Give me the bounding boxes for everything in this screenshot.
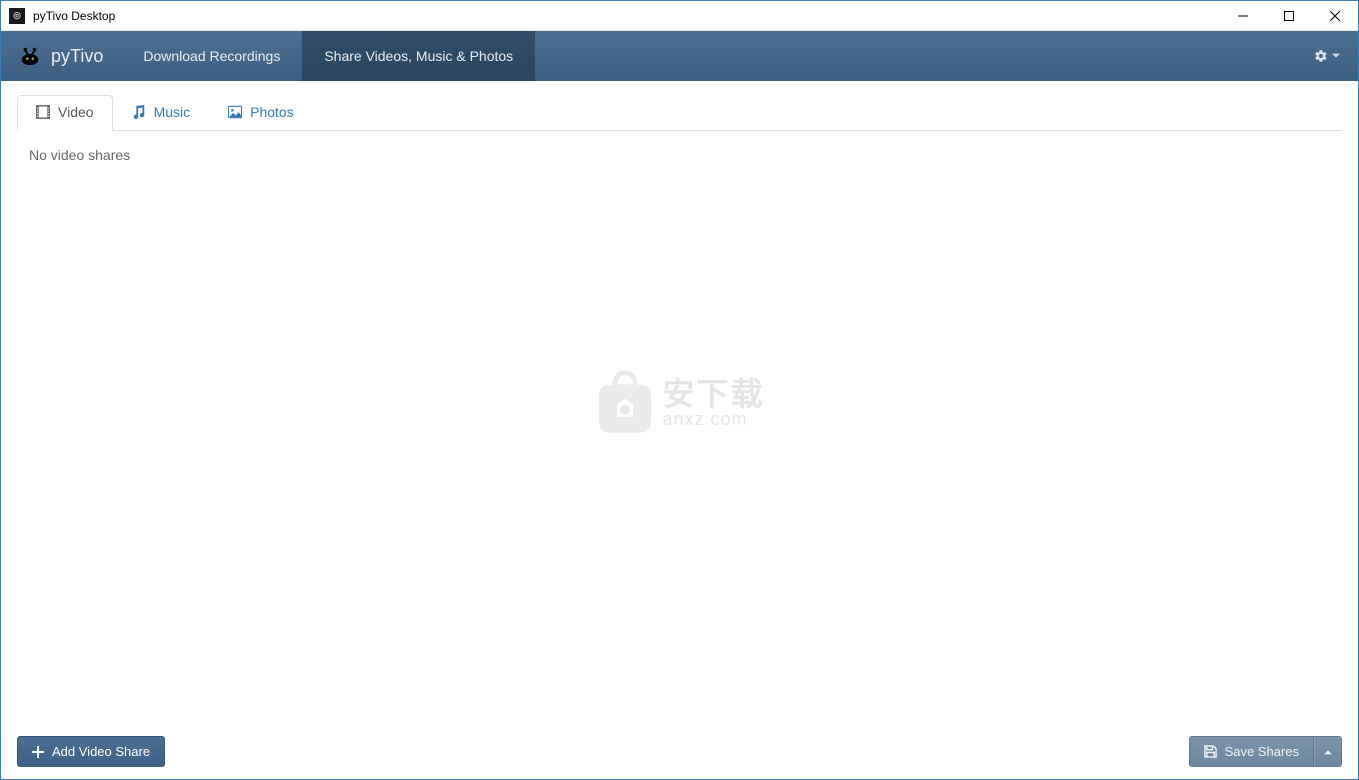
- caret-down-icon: [1332, 52, 1340, 60]
- tab-label: Video: [58, 104, 94, 120]
- brand: pyTivo: [1, 31, 121, 81]
- tab-music[interactable]: Music: [113, 95, 210, 131]
- window-title: pyTivo Desktop: [33, 9, 115, 23]
- nav-download-recordings[interactable]: Download Recordings: [121, 31, 302, 81]
- content-area: Video Music Photos No video shares: [1, 81, 1358, 779]
- watermark-line2: anxz.com: [662, 409, 764, 427]
- tab-photos[interactable]: Photos: [209, 95, 313, 131]
- tab-video[interactable]: Video: [17, 95, 113, 131]
- picture-icon: [228, 105, 242, 119]
- footer-toolbar: Add Video Share Save Shares: [17, 728, 1342, 767]
- save-shares-button[interactable]: Save Shares: [1189, 736, 1314, 767]
- save-shares-dropdown-button[interactable]: [1314, 736, 1342, 767]
- plus-icon: [32, 746, 44, 758]
- caret-up-icon: [1324, 749, 1332, 755]
- window-maximize-button[interactable]: [1266, 1, 1312, 31]
- save-icon: [1204, 745, 1217, 758]
- window-minimize-button[interactable]: [1220, 1, 1266, 31]
- film-icon: [36, 105, 50, 119]
- app-icon: ◎: [9, 8, 25, 24]
- button-label: Save Shares: [1225, 744, 1299, 759]
- tab-content: No video shares 安下载 anxz.com: [17, 131, 1342, 728]
- gear-icon: [1314, 49, 1328, 63]
- empty-state-message: No video shares: [29, 147, 1342, 163]
- tab-label: Music: [154, 104, 191, 120]
- window-close-button[interactable]: [1312, 1, 1358, 31]
- settings-button[interactable]: [1308, 45, 1346, 67]
- tivo-logo-icon: [19, 45, 41, 67]
- bag-icon: [594, 368, 654, 436]
- nav-share-media[interactable]: Share Videos, Music & Photos: [302, 31, 535, 81]
- nav-item-label: Share Videos, Music & Photos: [324, 48, 513, 64]
- nav-item-label: Download Recordings: [143, 48, 280, 64]
- window-title-bar: ◎ pyTivo Desktop: [1, 1, 1358, 31]
- button-label: Add Video Share: [52, 744, 150, 759]
- add-video-share-button[interactable]: Add Video Share: [17, 736, 165, 767]
- brand-text: pyTivo: [51, 46, 103, 67]
- main-navbar: pyTivo Download Recordings Share Videos,…: [1, 31, 1358, 81]
- share-tabs: Video Music Photos: [17, 95, 1342, 131]
- watermark-line1: 安下载: [662, 377, 764, 409]
- watermark: 安下载 anxz.com: [594, 368, 764, 436]
- tab-label: Photos: [250, 104, 294, 120]
- music-icon: [132, 105, 146, 119]
